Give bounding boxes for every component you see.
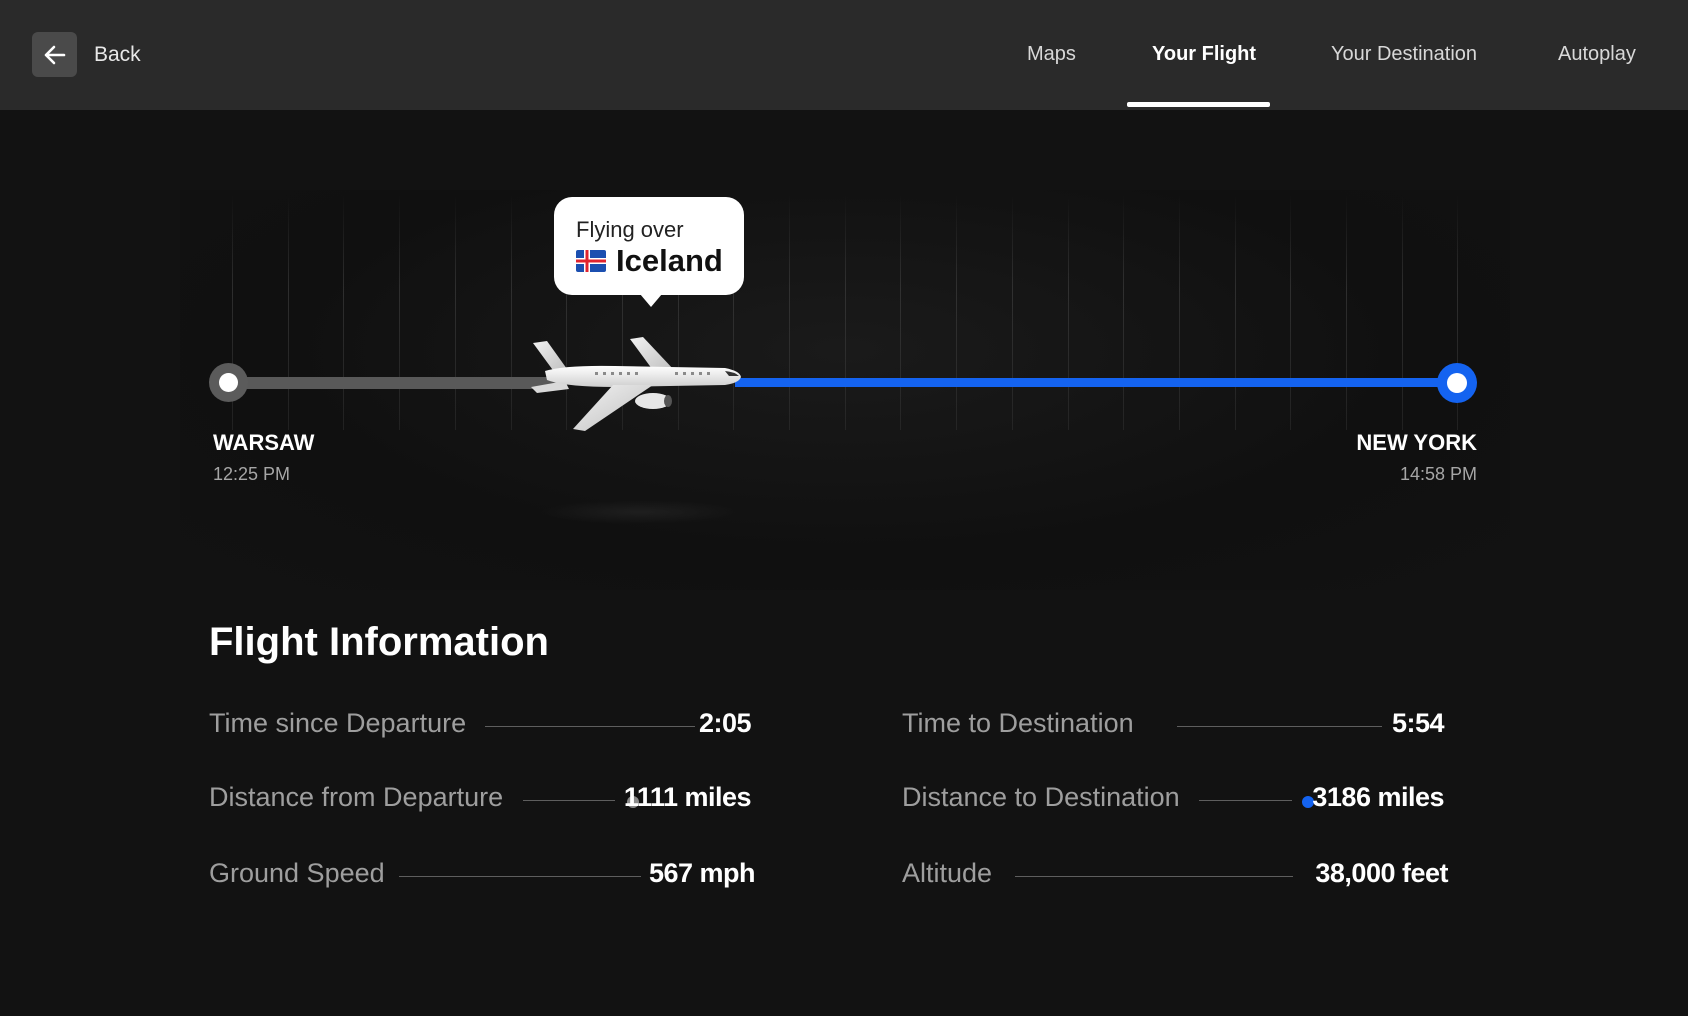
info-value: 567 mph [648,858,756,888]
timeline-gridline [1067,195,1069,430]
timeline-gridline [510,195,512,430]
tab-your-destination[interactable]: Your Destination [1331,43,1477,66]
arrow-left-icon [44,45,65,64]
info-row-distance-from-departure: Distance from Departure 1111 miles [209,782,755,822]
tab-maps[interactable]: Maps [1027,43,1076,66]
current-country: Iceland [576,243,723,279]
origin-marker [209,363,248,402]
back-label[interactable]: Back [94,43,141,67]
back-button[interactable] [32,32,77,77]
timeline-gridline [1178,195,1180,430]
info-value: 3186 miles [1312,782,1444,812]
destination-time: 14:58 PM [1399,464,1477,484]
info-label: Time since Departure [209,708,467,738]
info-label: Distance from Departure [209,782,504,812]
tab-autoplay[interactable]: Autoplay [1558,43,1636,66]
info-value: 1111 miles [623,782,752,812]
timeline-gridline [1011,195,1013,430]
leader-line [1177,726,1382,727]
airplane-icon [531,337,741,431]
flying-over-label: Flying over [576,217,684,242]
timeline-gridline [454,195,456,430]
remaining-track [735,378,1458,387]
timeline-gridline [956,195,958,430]
plane-shadow [540,500,740,524]
info-value: 5:54 [1391,708,1445,738]
timeline-gridline [287,195,289,430]
info-row-distance-to-destination: Distance to Destination 3186 miles [902,782,1448,822]
info-row-time-to-destination: Time to Destination 5:54 [902,708,1448,748]
completed-track [228,377,560,389]
info-row-ground-speed: Ground Speed 567 mph [209,858,756,898]
timeline-gridline [1401,195,1403,430]
info-row-altitude: Altitude 38,000 feet [902,858,1448,898]
leader-line [399,876,641,877]
flight-progress-panel: Flying over Iceland WARSAW 12:25 PM NEW … [0,110,1688,1016]
timeline-gridline [844,195,846,430]
info-label: Ground Speed [209,858,385,888]
timeline-gridline [900,195,902,430]
origin-time: 12:25 PM [213,464,291,484]
timeline-gridline [1123,195,1125,430]
timeline-gridline [789,195,790,430]
info-value: 2:05 [698,708,752,738]
info-label: Distance to Destination [902,782,1180,812]
timeline-gridline [343,195,345,430]
destination-marker [1437,363,1477,403]
leader-line [1199,800,1292,801]
info-value: 38,000 feet [1315,858,1448,888]
flight-information-title: Flight Information [209,620,549,664]
iceland-flag-icon [576,250,606,272]
info-label: Altitude [902,858,993,888]
timeline-gridline [1234,195,1236,430]
timeline-gridline [1290,195,1292,430]
timeline-gridline [399,195,401,430]
info-row-time-since-departure: Time since Departure 2:05 [209,708,755,748]
origin-city: WARSAW [213,430,315,455]
destination-city: NEW YORK [1356,430,1477,455]
country-name: Iceland [616,243,723,278]
flying-over-tooltip: Flying over Iceland [554,197,744,307]
active-tab-indicator [1127,102,1270,107]
leader-line [485,726,695,727]
info-label: Time to Destination [902,708,1134,738]
tab-your-flight[interactable]: Your Flight [1152,43,1256,66]
top-navigation-bar: Back Maps Your Flight Your Destination A… [0,0,1688,110]
timeline-gridline [1346,195,1347,430]
leader-line [1015,876,1293,877]
leader-line [523,800,615,801]
